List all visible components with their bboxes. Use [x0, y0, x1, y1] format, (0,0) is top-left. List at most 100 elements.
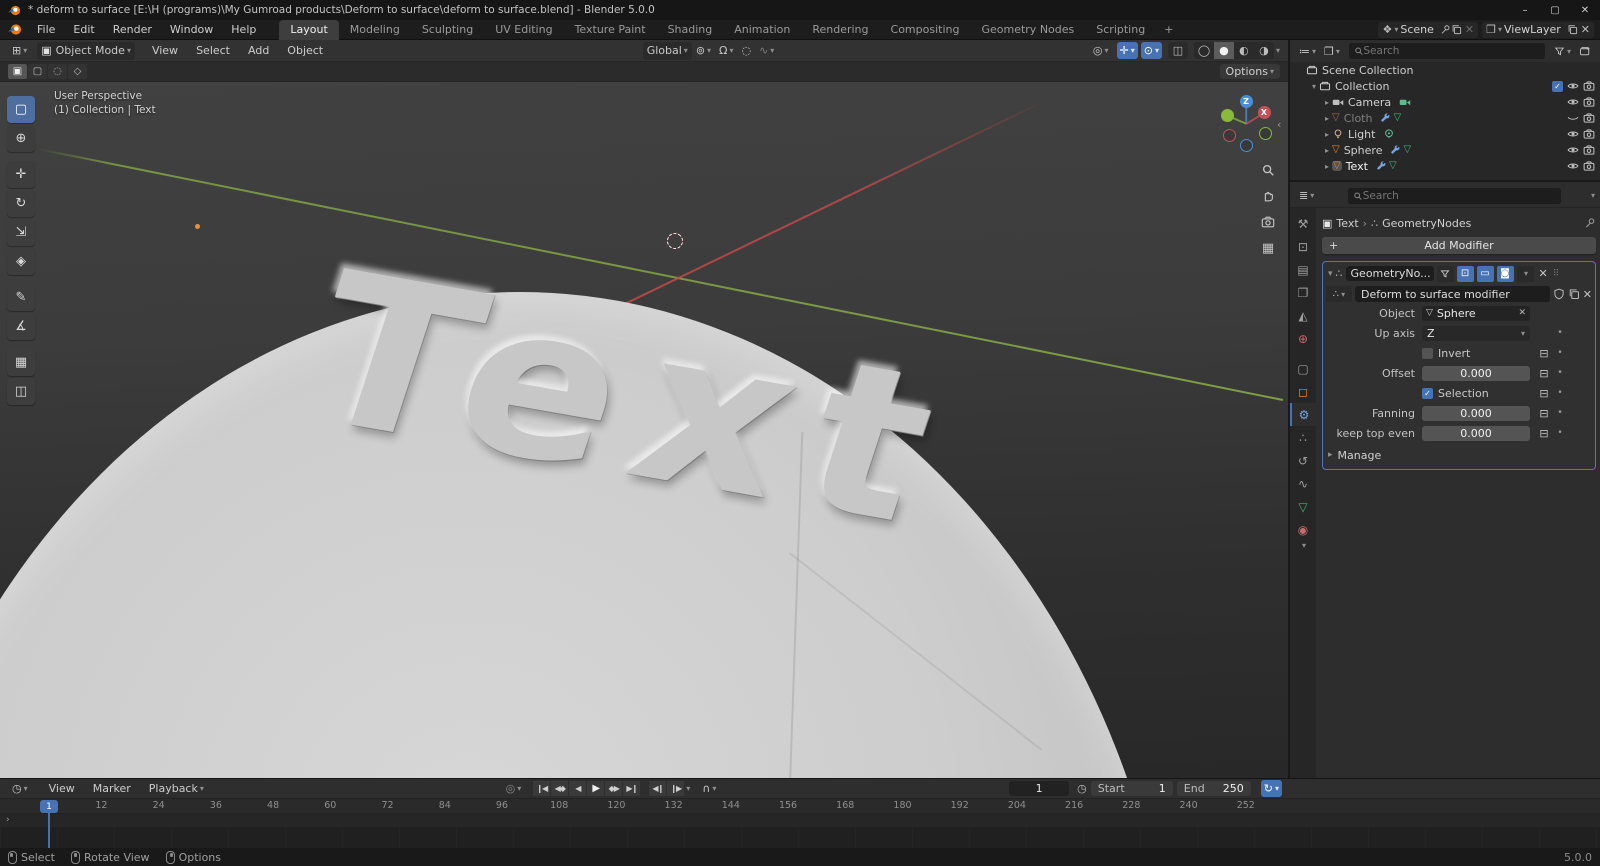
tool-scale[interactable]: ⇲: [7, 219, 35, 246]
pin-icon[interactable]: [1440, 24, 1451, 35]
properties-tab-object[interactable]: ◻: [1290, 380, 1316, 403]
modifier-extras-dropdown[interactable]: ▾: [1516, 265, 1534, 282]
tool-cursor[interactable]: ⊕: [7, 125, 35, 152]
display-on-cage-toggle[interactable]: ⊡: [1456, 265, 1474, 282]
workspace-tab-modeling[interactable]: Modeling: [339, 20, 411, 40]
workspace-tab-rendering[interactable]: Rendering: [801, 20, 879, 40]
input-socket-icon[interactable]: ⊟: [1534, 367, 1554, 380]
properties-options-caret[interactable]: ▾: [1591, 191, 1595, 200]
add-modifier-button[interactable]: + Add Modifier: [1322, 237, 1596, 254]
expand-arrow[interactable]: ▸: [1322, 114, 1332, 123]
animate-decorator-dot[interactable]: •: [1554, 428, 1566, 438]
eye-open-icon[interactable]: [1567, 128, 1579, 140]
up-axis-dropdown[interactable]: Z ▾: [1422, 325, 1530, 341]
properties-tab-material[interactable]: ◉: [1290, 518, 1316, 541]
gizmo-axis-y[interactable]: [1220, 108, 1234, 122]
outliner-row-sphere[interactable]: ▸ ▽ Sphere ▽: [1290, 142, 1600, 158]
channel-expand-icon[interactable]: ›: [6, 815, 10, 825]
render-visibility-camera-icon[interactable]: [1583, 144, 1595, 156]
vertex-group-filter-button[interactable]: [1436, 265, 1454, 282]
properties-tab-output[interactable]: ▤: [1290, 258, 1316, 281]
copy-viewlayer-icon[interactable]: [1567, 24, 1578, 35]
proportional-edit-toggle[interactable]: ◌: [737, 42, 755, 60]
workspace-tab-texture-paint[interactable]: Texture Paint: [564, 20, 657, 40]
properties-tab-collection[interactable]: ▢: [1290, 357, 1316, 380]
tool-select-box[interactable]: ▢: [7, 96, 35, 123]
menu-window[interactable]: Window: [161, 20, 222, 40]
gizmo-axis-z[interactable]: Z: [1239, 94, 1253, 108]
playback-jump-start-button[interactable]: ❙◀: [533, 781, 551, 796]
tool-mesh-extra[interactable]: ◫: [7, 378, 35, 405]
outliner-row-text[interactable]: ▸ ▽ Text ▽: [1290, 158, 1600, 174]
menu-file[interactable]: File: [28, 20, 64, 40]
workspace-tab-layout[interactable]: Layout: [279, 19, 339, 40]
properties-tab-physics[interactable]: ↺: [1290, 449, 1316, 472]
tool-rotate[interactable]: ↻: [7, 190, 35, 217]
delete-modifier-button[interactable]: ✕: [1537, 267, 1550, 280]
drag-handle-icon[interactable]: ⠿: [1553, 269, 1560, 279]
add-workspace-button[interactable]: +: [1156, 23, 1181, 36]
playback-play-reverse-button[interactable]: ◀: [569, 781, 587, 796]
menu-edit[interactable]: Edit: [64, 20, 103, 40]
properties-tab-world[interactable]: ⊕: [1290, 327, 1316, 350]
camera-view-icon[interactable]: [1256, 210, 1280, 234]
object-field[interactable]: ▽ Sphere ✕: [1422, 305, 1530, 321]
expand-arrow[interactable]: ▸: [1322, 98, 1332, 107]
properties-tabs-overflow-caret[interactable]: ▾: [1302, 541, 1306, 550]
preview-range-toggle[interactable]: ∩ ▾: [698, 780, 720, 798]
step-caret[interactable]: ▾: [686, 784, 690, 793]
properties-search-input[interactable]: [1362, 189, 1556, 202]
properties-tab-tool[interactable]: ⚒: [1290, 212, 1316, 235]
number-field-offset[interactable]: 0.000: [1422, 365, 1530, 381]
workspace-tab-sculpting[interactable]: Sculpting: [411, 20, 484, 40]
animate-decorator-dot[interactable]: •: [1554, 408, 1566, 418]
snap-toggle[interactable]: Ω ▾: [715, 42, 737, 60]
timeline-menu-marker[interactable]: Marker: [84, 779, 140, 799]
new-collection-button[interactable]: [1575, 42, 1595, 60]
animate-decorator-dot[interactable]: •: [1554, 328, 1566, 338]
playback-jump-end-button[interactable]: ▶❙: [623, 781, 641, 796]
gizmo-axis-x[interactable]: X: [1257, 105, 1271, 119]
number-field-keep-top-even[interactable]: 0.000: [1422, 425, 1530, 441]
checkbox-invert[interactable]: [1422, 347, 1433, 359]
zoom-icon[interactable]: [1256, 158, 1280, 182]
select-mode-intersect[interactable]: ◇: [68, 64, 87, 79]
minimize-button[interactable]: –: [1510, 0, 1540, 20]
eye-open-icon[interactable]: [1567, 144, 1579, 156]
outliner-search[interactable]: [1348, 43, 1545, 59]
display-editmode-toggle[interactable]: ▭: [1476, 265, 1494, 282]
end-frame-field[interactable]: End 250: [1176, 781, 1251, 796]
eye-open-icon[interactable]: [1567, 160, 1579, 172]
viewport-canvas[interactable]: Text User Perspective (1) Collection | T…: [0, 82, 1288, 778]
animate-decorator-dot[interactable]: •: [1554, 388, 1566, 398]
checkbox-field[interactable]: ✓ Selection: [1422, 387, 1530, 400]
orientation-dropdown[interactable]: Global ▾: [642, 41, 692, 60]
visibility-dropdown[interactable]: ◎ ▾: [1089, 42, 1113, 60]
timeline-menu-view[interactable]: View: [40, 779, 84, 799]
select-mode-set[interactable]: ▣: [8, 64, 27, 79]
select-mode-subtract[interactable]: ◌: [48, 64, 67, 79]
checkbox-selection[interactable]: ✓: [1422, 387, 1433, 399]
render-visibility-camera-icon[interactable]: [1583, 128, 1595, 140]
shading-solid-button[interactable]: ●: [1213, 42, 1234, 59]
render-visibility-camera-icon[interactable]: [1583, 160, 1595, 172]
menu-render[interactable]: Render: [104, 20, 161, 40]
shading-rendered-button[interactable]: ◑: [1253, 42, 1274, 59]
scene-selector[interactable]: ❖ ▾ Scene ✕: [1378, 21, 1479, 38]
modifier-collapse-icon[interactable]: ▾: [1328, 269, 1333, 279]
animate-decorator-dot[interactable]: •: [1554, 368, 1566, 378]
timeline-menu-playback[interactable]: Playback ▾: [140, 779, 213, 799]
workspace-tab-scripting[interactable]: Scripting: [1085, 20, 1156, 40]
tool-move[interactable]: ✛: [7, 161, 35, 188]
outliner-row-light[interactable]: ▸ Light: [1290, 126, 1600, 142]
exclude-checkbox[interactable]: ✓: [1552, 80, 1563, 92]
ortho-grid-icon[interactable]: ▦: [1256, 236, 1280, 260]
render-visibility-camera-icon[interactable]: [1583, 112, 1595, 124]
start-frame-field[interactable]: Start 1: [1090, 781, 1173, 796]
display-render-toggle[interactable]: ◙: [1496, 265, 1514, 282]
expand-arrow[interactable]: ▸: [1322, 130, 1332, 139]
tool-annotate[interactable]: ✎: [7, 284, 35, 311]
modifier-name-field[interactable]: GeometryNo...: [1345, 266, 1434, 281]
tool-add-cube[interactable]: ▦: [7, 349, 35, 376]
outliner-filter-display[interactable]: ❐ ▾: [1320, 42, 1344, 60]
